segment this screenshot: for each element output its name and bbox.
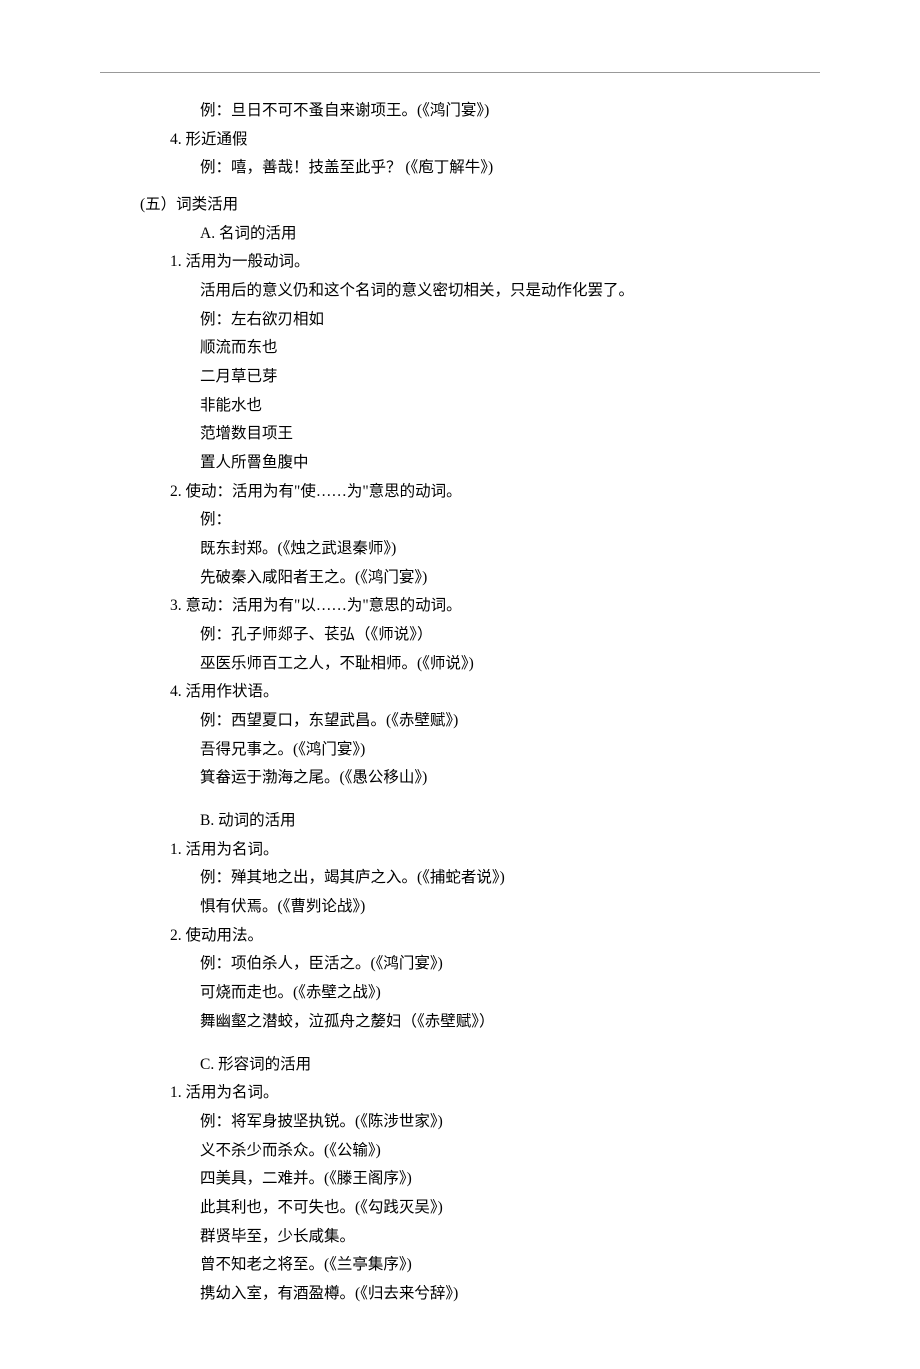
example-text: 例：西望夏口，东望武昌。(《赤壁赋》) — [100, 707, 820, 736]
example-text: 舞幽壑之潜蛟，泣孤舟之嫠妇（《赤壁赋》） — [100, 1008, 820, 1037]
example-text: 曾不知老之将至。(《兰亭集序》) — [100, 1251, 820, 1280]
item-header: 4. 活用作状语。 — [100, 678, 820, 707]
item-header: 1. 活用为一般动词。 — [100, 248, 820, 277]
subheader-b: B. 动词的活用 — [100, 807, 820, 836]
example-text: 携幼入室，有酒盈樽。(《归去来兮辞》) — [100, 1280, 820, 1309]
item-header: 2. 使动用法。 — [100, 922, 820, 951]
example-text: 可烧而走也。(《赤壁之战》) — [100, 979, 820, 1008]
example-text: 二月草已芽 — [100, 363, 820, 392]
example-text: 先破秦入咸阳者王之。(《鸿门宴》) — [100, 564, 820, 593]
example-text: 置人所罾鱼腹中 — [100, 449, 820, 478]
example-text: 既东封郑。(《烛之武退秦师》) — [100, 535, 820, 564]
example-text: 例：将军身披坚执锐。(《陈涉世家》) — [100, 1108, 820, 1137]
subheader-a: A. 名词的活用 — [100, 220, 820, 249]
document-page: 例：旦日不可不蚤自来谢项王。(《鸿门宴》) 4. 形近通假 例：嘻，善哉！技盖至… — [0, 0, 920, 1369]
example-text: 吾得兄事之。(《鸿门宴》) — [100, 736, 820, 765]
item-header: 2. 使动：活用为有"使……为"意思的动词。 — [100, 478, 820, 507]
example-text: 范增数目项王 — [100, 420, 820, 449]
example-text: 例：左右欲刃相如 — [100, 306, 820, 335]
item-header: 3. 意动：活用为有"以……为"意思的动词。 — [100, 592, 820, 621]
example-text: 例：嘻，善哉！技盖至此乎？ (《庖丁解牛》) — [100, 154, 820, 183]
example-text: 非能水也 — [100, 392, 820, 421]
example-text: 此其利也，不可失也。(《勾践灭吴》) — [100, 1194, 820, 1223]
item-header: 1. 活用为名词。 — [100, 1079, 820, 1108]
example-text: 例：殚其地之出，竭其庐之入。(《捕蛇者说》) — [100, 864, 820, 893]
example-text: 巫医乐师百工之人，不耻相师。(《师说》) — [100, 650, 820, 679]
example-text: 例：旦日不可不蚤自来谢项王。(《鸿门宴》) — [100, 97, 820, 126]
example-text: 四美具，二难并。(《滕王阁序》) — [100, 1165, 820, 1194]
example-text: 箕畚运于渤海之尾。(《愚公移山》) — [100, 764, 820, 793]
example-text: 群贤毕至，少长咸集。 — [100, 1223, 820, 1252]
top-rule — [100, 72, 820, 73]
item-header: 1. 活用为名词。 — [100, 836, 820, 865]
section-five: (五）词类活用 A. 名词的活用 1. 活用为一般动词。 活用后的意义仍和这个名… — [100, 191, 820, 1309]
spacer — [100, 1037, 820, 1051]
example-text: 顺流而东也 — [100, 334, 820, 363]
item-4-header: 4. 形近通假 — [100, 126, 820, 155]
subheader-c: C. 形容词的活用 — [100, 1051, 820, 1080]
example-text: 例：项伯杀人，臣活之。(《鸿门宴》) — [100, 950, 820, 979]
example-text: 例：孔子师郯子、苌弘（《师说》） — [100, 621, 820, 650]
spacer — [100, 793, 820, 807]
example-text: 义不杀少而杀众。(《公输》) — [100, 1137, 820, 1166]
item-desc: 活用后的意义仍和这个名词的意义密切相关，只是动作化罢了。 — [100, 277, 820, 306]
example-text: 例： — [100, 506, 820, 535]
section-title: (五）词类活用 — [100, 191, 820, 220]
example-text: 惧有伏焉。(《曹刿论战》) — [100, 893, 820, 922]
